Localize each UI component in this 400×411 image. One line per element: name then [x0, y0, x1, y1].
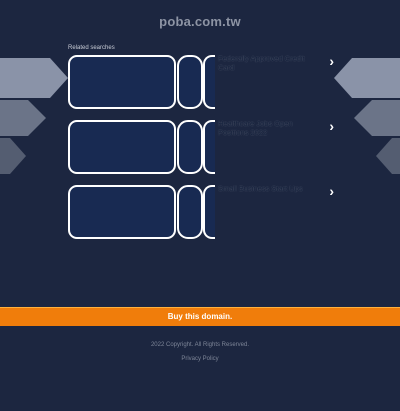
copyright-text: 2022 Copyright. All Rights Reserved. [150, 342, 250, 348]
related-searches-heading: Related searches [68, 45, 115, 51]
related-search-label[interactable]: Healthcare Jobs Open Positions 2022 [218, 119, 314, 137]
related-search-item-2[interactable]: Healthcare Jobs Open Positions 2022 › [68, 118, 348, 176]
domain-title: poba.com.tw [159, 14, 241, 29]
related-search-item-1[interactable]: Federally Approved Credit Card › [68, 53, 348, 111]
buy-domain-button[interactable]: Buy this domain. [0, 307, 400, 326]
result-button-segment[interactable] [177, 120, 203, 174]
privacy-policy-link[interactable]: Privacy Policy [0, 356, 400, 362]
result-button-edge[interactable] [203, 55, 215, 109]
result-button-edge[interactable] [203, 120, 215, 174]
result-button-segment[interactable] [177, 55, 203, 109]
related-search-label[interactable]: Small Business Start Ups [218, 184, 314, 194]
related-search-item-3[interactable]: Small Business Start Ups › [68, 183, 348, 241]
chevron-right-icon[interactable]: › [329, 53, 334, 69]
result-button-main[interactable] [68, 55, 176, 109]
result-button-segment[interactable] [177, 185, 203, 239]
result-button-main[interactable] [68, 185, 176, 239]
result-button-edge[interactable] [203, 185, 215, 239]
chevron-right-icon[interactable]: › [329, 118, 334, 134]
result-button-main[interactable] [68, 120, 176, 174]
related-search-label[interactable]: Federally Approved Credit Card [218, 54, 314, 72]
chevron-right-icon[interactable]: › [329, 183, 334, 199]
